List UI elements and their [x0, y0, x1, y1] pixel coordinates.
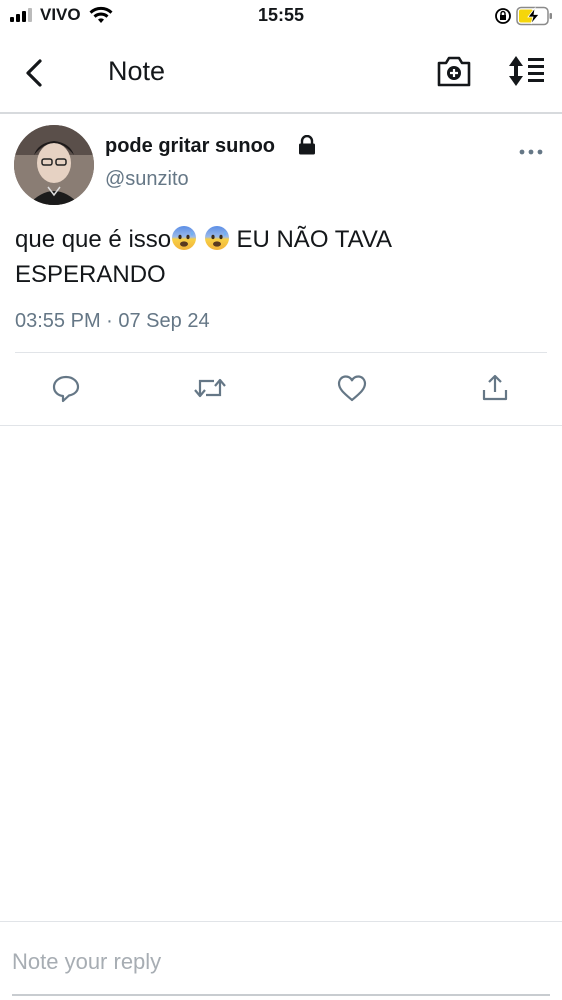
post-text-part-1: que que é isso	[15, 226, 172, 253]
post-timestamp: 03:55 PM · 07 Sep 24	[15, 310, 210, 332]
like-button[interactable]	[332, 368, 372, 408]
reply-button[interactable]	[46, 368, 86, 408]
reply-bar	[0, 921, 562, 1000]
anxious-face-emoji-icon	[204, 226, 229, 250]
avatar-image	[14, 125, 94, 205]
orientation-lock-icon	[495, 8, 511, 24]
anxious-face-emoji-icon	[172, 226, 197, 250]
post-text: que que é isso EU NÃO TAVA ESPERANDO	[15, 222, 545, 292]
divider	[15, 352, 547, 353]
camera-plus-icon[interactable]	[436, 54, 472, 88]
heart-icon	[337, 375, 367, 402]
share-button[interactable]	[475, 368, 515, 408]
display-name[interactable]: pode gritar sunoo	[105, 135, 275, 158]
more-options-icon[interactable]	[518, 146, 544, 158]
sort-icon[interactable]	[506, 54, 546, 88]
avatar[interactable]	[14, 125, 94, 205]
protected-lock-icon	[299, 135, 315, 155]
retweet-button[interactable]	[190, 368, 230, 408]
share-icon	[482, 374, 508, 401]
back-chevron-icon[interactable]	[20, 56, 50, 90]
status-bar: VIVO 15:55	[0, 0, 562, 32]
reply-underline	[12, 994, 550, 996]
reply-icon	[52, 375, 80, 403]
user-handle[interactable]: @sunzito	[105, 168, 189, 191]
reply-input[interactable]	[12, 942, 550, 982]
post-actions	[0, 368, 562, 410]
nav-bar: Note	[0, 34, 562, 114]
page-title: Note	[108, 56, 166, 86]
battery-charging-icon	[516, 6, 552, 26]
divider	[0, 425, 562, 426]
retweet-icon	[194, 378, 226, 398]
clock: 15:55	[257, 5, 305, 25]
